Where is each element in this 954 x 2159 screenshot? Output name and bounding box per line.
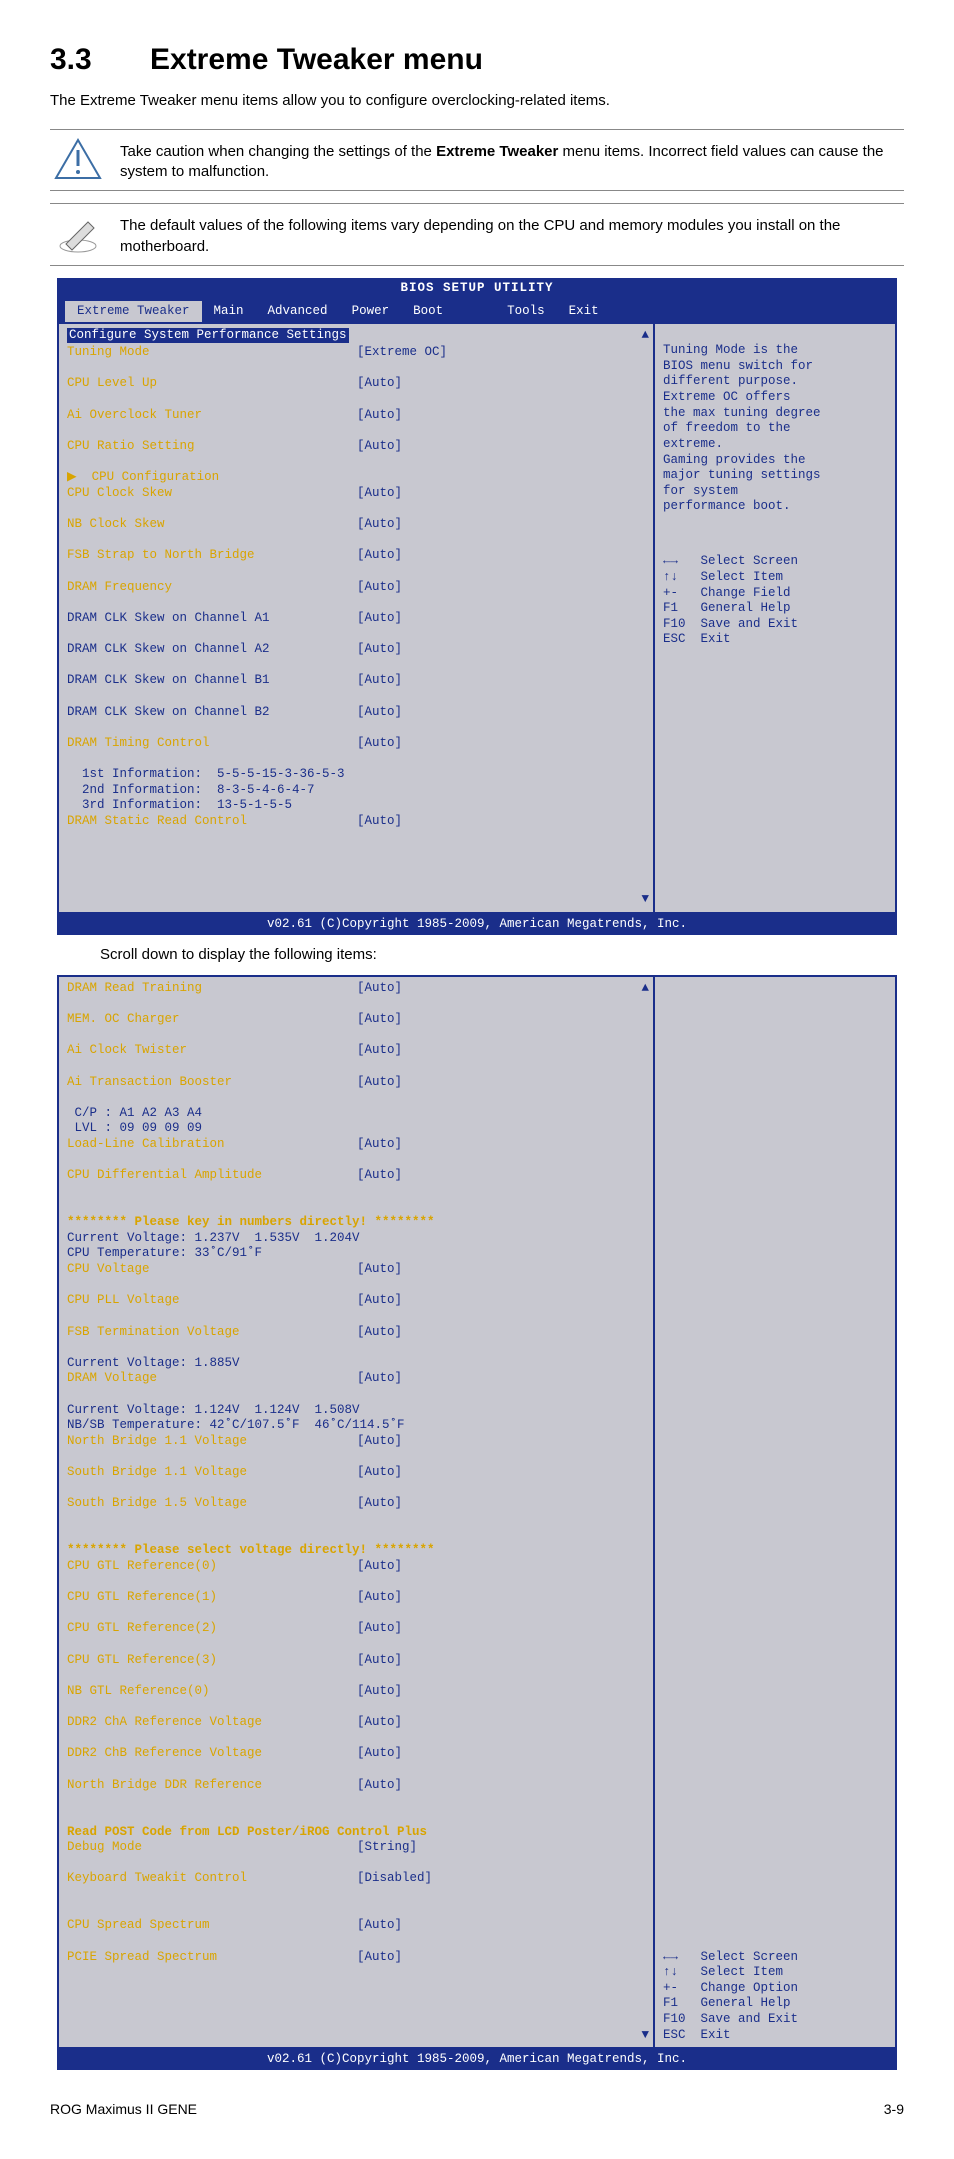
caution-icon [50, 138, 106, 180]
scroll-note: Scroll down to display the following ite… [100, 945, 904, 965]
info-note: The default values of the following item… [50, 203, 904, 266]
bios-screen-2: DRAM Read Training[Auto] MEM. OC Charger… [57, 975, 897, 2070]
pencil-icon [50, 212, 106, 254]
tab-tools[interactable]: Tools [495, 301, 557, 322]
bios-right-panel-2: ←→ Select Screen ↑↓ Select Item +- Chang… [655, 977, 895, 2048]
nav-keys-2: ←→ Select Screen ↑↓ Select Item +- Chang… [663, 1950, 887, 2044]
bios-header: BIOS SETUP UTILITY [57, 278, 897, 299]
page-title: 3.3Extreme Tweaker menu [50, 40, 904, 81]
bios-right-panel: Tuning Mode is the BIOS menu switch for … [655, 324, 895, 912]
tab-extreme-tweaker[interactable]: Extreme Tweaker [65, 301, 202, 322]
nav-keys: ←→ Select Screen ↑↓ Select Item +- Chang… [663, 554, 887, 648]
scroll-up-icon[interactable]: ▲ [641, 328, 649, 344]
info-text: The default values of the following item… [120, 212, 904, 257]
bios-copyright: v02.61 (C)Copyright 1985-2009, American … [57, 914, 897, 935]
caution-bold: Extreme Tweaker [436, 143, 558, 160]
caution-text: Take caution when changing the settings … [120, 138, 904, 183]
bios-tabs: Extreme Tweaker Main Advanced Power Boot… [57, 299, 897, 324]
tab-boot[interactable]: Boot [401, 301, 455, 322]
tab-exit[interactable]: Exit [557, 301, 611, 322]
section-number: 3.3 [50, 40, 150, 81]
scroll-down-icon[interactable]: ▼ [641, 2028, 649, 2044]
caution-note: Take caution when changing the settings … [50, 129, 904, 192]
section-title: Extreme Tweaker menu [150, 43, 483, 76]
help-text: Tuning Mode is the BIOS menu switch for … [663, 343, 887, 515]
bios-left-panel-2: DRAM Read Training[Auto] MEM. OC Charger… [59, 977, 655, 2048]
footer-product: ROG Maximus II GENE [50, 2100, 197, 2119]
bios-left-panel: Configure System Performance Settings Tu… [59, 324, 655, 912]
bios-screen-1: BIOS SETUP UTILITY Extreme Tweaker Main … [57, 278, 897, 935]
footer-page-number: 3-9 [884, 2100, 904, 2119]
tab-power[interactable]: Power [340, 301, 402, 322]
bios-copyright-2: v02.61 (C)Copyright 1985-2009, American … [57, 2049, 897, 2070]
scroll-down-icon[interactable]: ▼ [641, 892, 649, 908]
tab-main[interactable]: Main [202, 301, 256, 322]
page-footer: ROG Maximus II GENE 3-9 [50, 2100, 904, 2119]
intro-text: The Extreme Tweaker menu items allow you… [50, 91, 904, 111]
tab-advanced[interactable]: Advanced [256, 301, 340, 322]
scroll-up-icon[interactable]: ▲ [641, 981, 649, 997]
